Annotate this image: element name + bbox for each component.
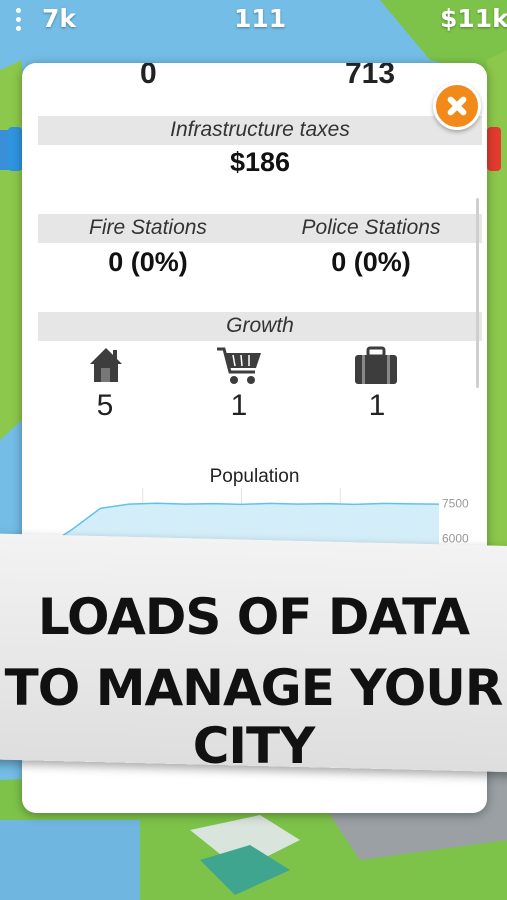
growth-title: Growth [226,314,294,337]
money-value: $11k [440,4,507,33]
police-stations-value: 0 (0%) [331,247,411,277]
briefcase-icon [355,346,397,384]
chart-title: Population [209,466,300,487]
fire-stations-title: Fire Stations [89,216,207,239]
growth-residential-value: 5 [96,389,114,422]
house-icon [90,348,122,382]
top-center-value: 111 [234,4,287,33]
right-side-tab[interactable] [487,127,501,171]
fire-stations-value: 0 (0%) [108,247,188,277]
banner-line-1: LOADS OF DATA [37,588,470,646]
top-bar: 7k 111 $11k [0,0,507,40]
top-left-value: 7k [42,4,77,33]
growth-commercial-value: 1 [230,389,248,422]
close-button[interactable] [433,82,481,130]
y-tick-label: 7500 [442,497,469,511]
infrastructure-title: Infrastructure taxes [170,118,350,141]
banner-line-2: TO MANAGE YOUR CITY [4,659,504,775]
infrastructure-value: $186 [229,147,291,177]
police-stations-title: Police Stations [301,216,441,239]
left-side-tab[interactable] [8,127,22,171]
partial-right-value: 713 [345,63,396,90]
shopping-cart-icon [217,347,261,384]
growth-office-value: 1 [368,389,386,422]
partial-left-value: 0 [140,63,157,90]
menu-icon[interactable] [16,8,21,35]
panel-scrollbar[interactable] [476,198,479,388]
